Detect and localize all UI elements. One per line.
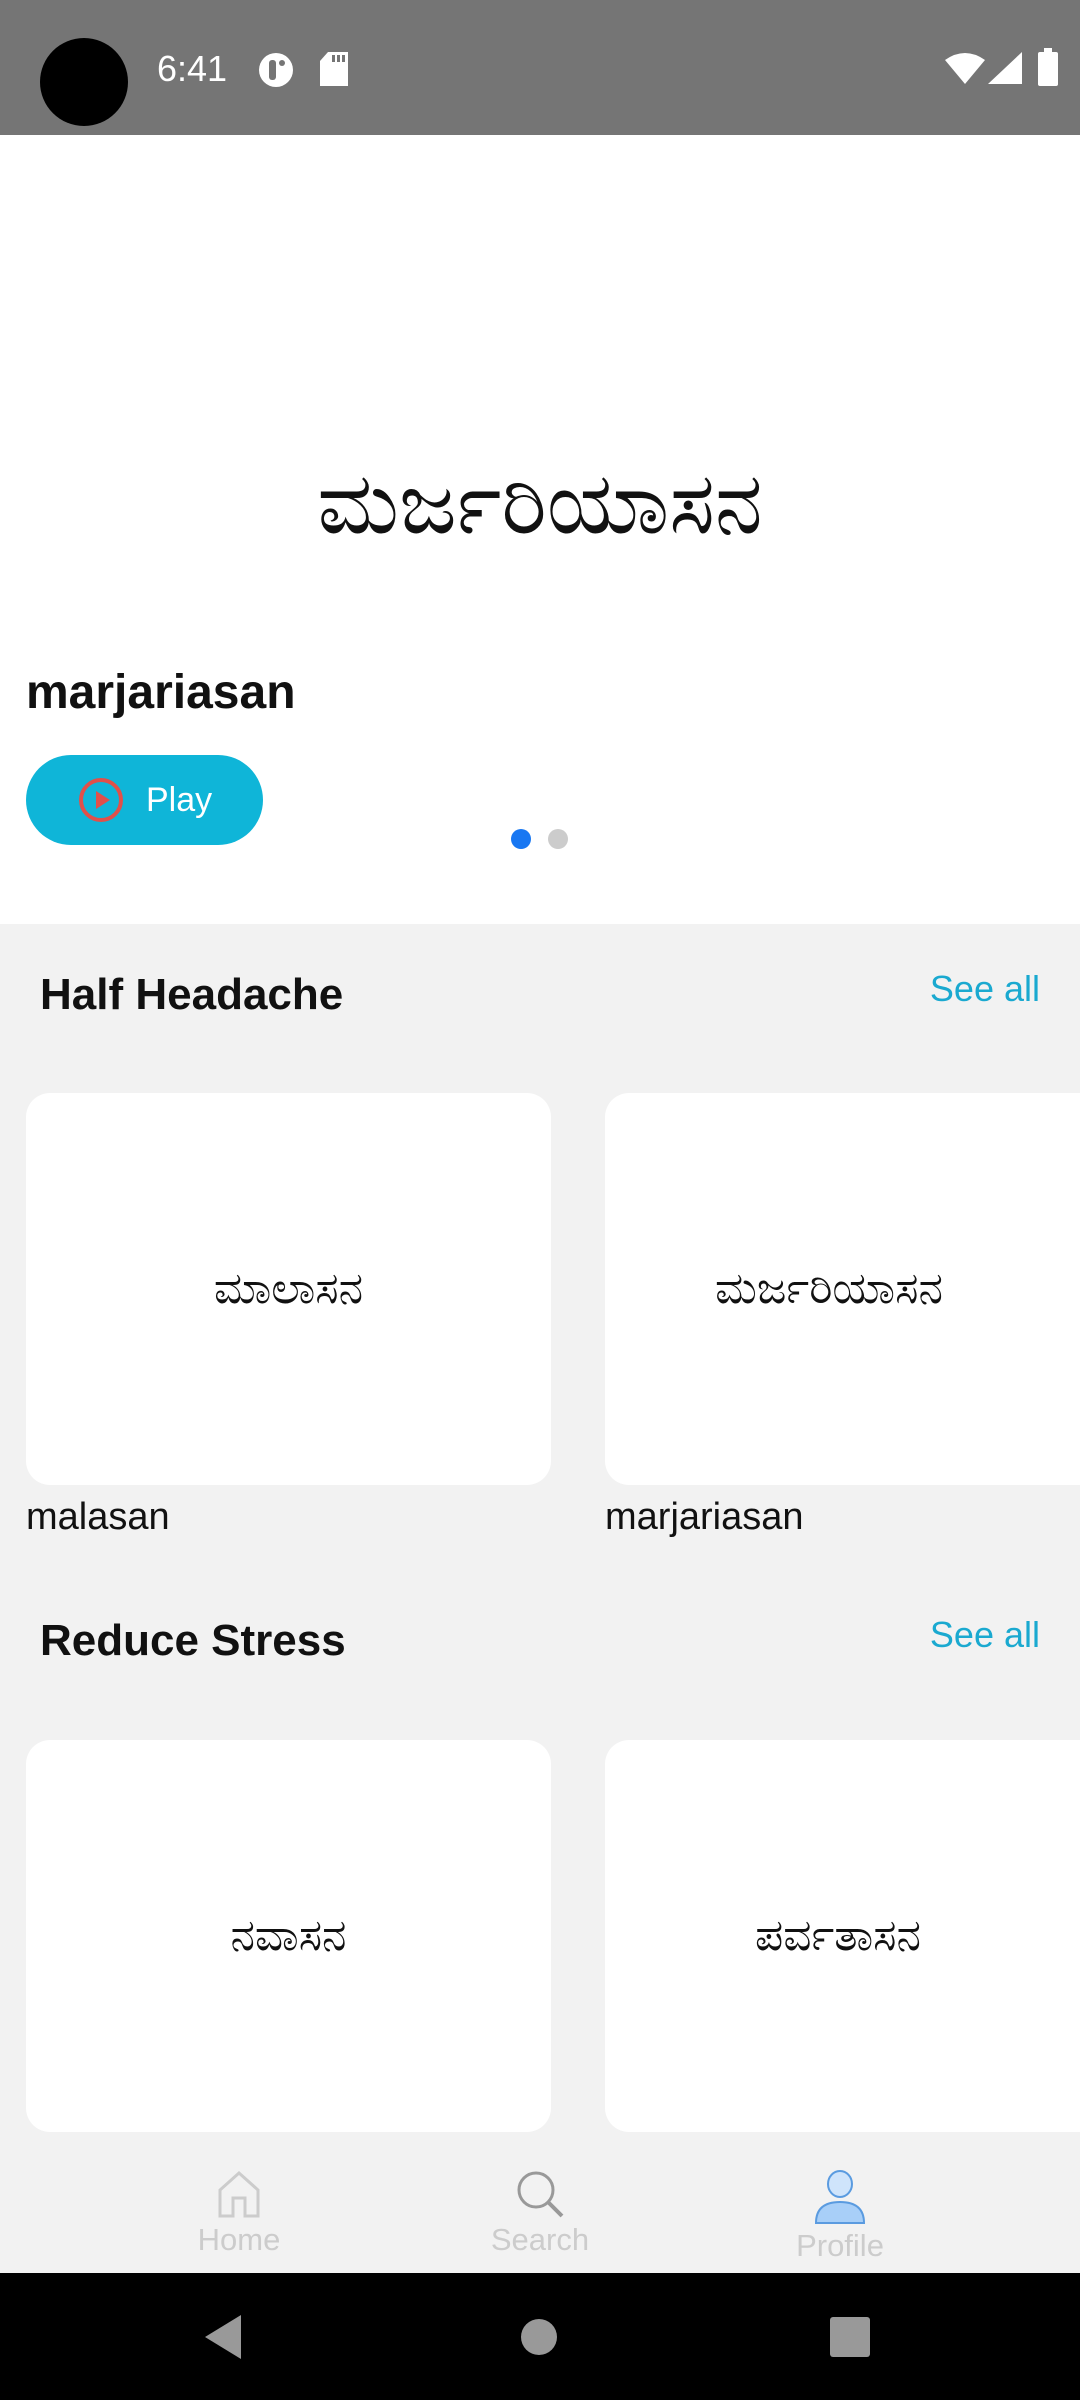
- pose-card[interactable]: ಪರ್ವತಾಸನ: [605, 1740, 1080, 2132]
- back-icon[interactable]: [205, 2315, 245, 2359]
- profile-icon: [814, 2170, 866, 2224]
- hero-carousel[interactable]: ಮರ್ಜರಿಯಾಸನ marjariasan Play: [0, 135, 1080, 924]
- card-label: malasan: [26, 1496, 170, 1538]
- play-circle-icon: [79, 778, 123, 822]
- section-title: Reduce Stress: [40, 1616, 346, 1665]
- sd-card-icon: [320, 52, 348, 86]
- nav-label: Search: [490, 2222, 590, 2257]
- bottom-nav: Home Search Profile: [0, 2160, 1080, 2273]
- card-label: marjariasan: [605, 1496, 804, 1538]
- data-saver-icon: [259, 53, 293, 87]
- camera-cutout: [40, 38, 128, 126]
- section-title: Half Headache: [40, 970, 344, 1019]
- hero-name: marjariasan: [26, 666, 296, 719]
- hero-kannada-title: ಮರ್ಜರಿಯಾಸನ: [317, 456, 763, 552]
- pose-card[interactable]: ಮರ್ಜರಿಯಾಸನ: [605, 1093, 1080, 1485]
- page-dot[interactable]: [548, 829, 568, 849]
- home-icon: [218, 2170, 260, 2218]
- system-nav-bar: [0, 2273, 1080, 2400]
- search-icon: [517, 2171, 564, 2218]
- see-all-link[interactable]: See all: [930, 1614, 1040, 1656]
- nav-label: Home: [197, 2222, 281, 2257]
- signal-icon: [988, 52, 1022, 84]
- see-all-link[interactable]: See all: [930, 968, 1040, 1010]
- pose-card[interactable]: ನವಾಸನ: [26, 1740, 551, 2132]
- battery-icon: [1038, 48, 1058, 86]
- play-label: Play: [146, 780, 213, 819]
- nav-home[interactable]: Home: [139, 2170, 339, 2258]
- card-kannada: ಪರ್ವತಾಸನ: [755, 1911, 921, 1960]
- home-circle-icon[interactable]: [520, 2318, 558, 2356]
- card-kannada: ಮಾಲಾಸನ: [213, 1264, 364, 1313]
- page-dot-active[interactable]: [511, 829, 531, 849]
- nav-search[interactable]: Search: [440, 2170, 640, 2258]
- nav-profile[interactable]: Profile: [740, 2170, 940, 2264]
- clock: 6:41: [157, 48, 228, 89]
- card-kannada: ಮರ್ಜರಿಯಾಸನ: [715, 1264, 943, 1313]
- status-bar: 6:41: [0, 0, 1080, 135]
- card-kannada: ನವಾಸನ: [230, 1911, 347, 1960]
- nav-label: Profile: [796, 2228, 884, 2263]
- pose-card[interactable]: ಮಾಲಾಸನ: [26, 1093, 551, 1485]
- wifi-icon: [945, 53, 985, 84]
- recents-icon[interactable]: [830, 2317, 870, 2357]
- play-button[interactable]: Play: [26, 755, 263, 845]
